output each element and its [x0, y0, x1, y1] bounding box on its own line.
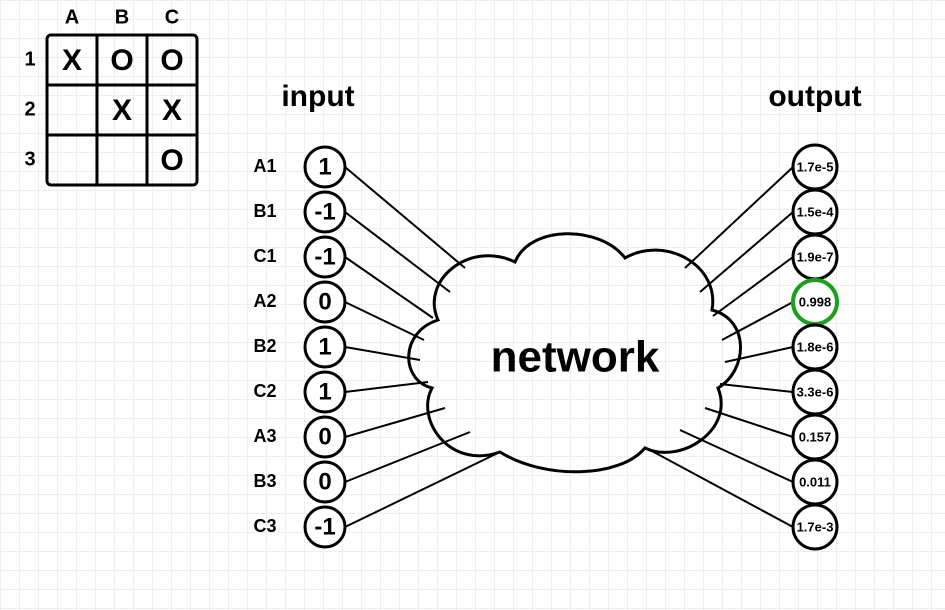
cell-B2: X	[112, 94, 132, 127]
input-value: 0	[318, 423, 331, 450]
col-header-C: C	[165, 6, 179, 28]
output-value: 1.5e-4	[797, 204, 835, 219]
row-header-3: 3	[24, 148, 35, 170]
input-value: 1	[318, 378, 331, 405]
input-value: 1	[318, 333, 331, 360]
input-label: C1	[253, 246, 276, 266]
cell-A1: X	[62, 44, 82, 77]
input-label: A2	[253, 291, 276, 311]
diagram-stage: A B C 1 2 3 X O O X X O input output	[0, 0, 945, 610]
input-label: B3	[253, 471, 276, 491]
input-label: B2	[253, 336, 276, 356]
network-label: network	[491, 333, 660, 382]
output-value: 1.7e-5	[797, 159, 834, 174]
input-label: A3	[253, 426, 276, 446]
output-heading: output	[768, 80, 861, 113]
output-value: 1.8e-6	[797, 339, 834, 354]
input-value: 0	[318, 468, 331, 495]
input-value: 1	[318, 153, 331, 180]
input-value: -1	[314, 198, 335, 225]
output-value: 0.157	[799, 429, 832, 444]
input-label: C2	[253, 381, 276, 401]
cell-C2: X	[162, 94, 182, 127]
output-value: 1.7e-3	[797, 519, 834, 534]
row-header-2: 2	[24, 98, 35, 120]
input-column: A1 1 B1 -1 C1 -1 A2 0 B2 1 C2 1 A3 0 B3 0 C3 -1	[253, 147, 345, 547]
input-label: C3	[253, 516, 276, 536]
col-header-A: A	[65, 6, 79, 28]
output-column: 1.7e-5 1.5e-4 1.9e-7 0.998 1.8e-6 3.3e-6 0.157…	[793, 145, 837, 549]
input-value: 0	[318, 288, 331, 315]
cell-C3: O	[160, 144, 183, 177]
output-value: 3.3e-6	[797, 384, 834, 399]
cell-C1: O	[160, 44, 183, 77]
output-value: 1.9e-7	[797, 249, 834, 264]
row-header-1: 1	[24, 48, 35, 70]
output-value: 0.998	[799, 294, 832, 309]
input-value: -1	[314, 243, 335, 270]
col-header-B: B	[115, 6, 129, 28]
input-label: B1	[253, 201, 276, 221]
input-heading: input	[281, 80, 354, 113]
cell-B1: O	[110, 44, 133, 77]
input-value: -1	[314, 513, 335, 540]
output-value: 0.011	[799, 474, 831, 489]
input-label: A1	[253, 156, 276, 176]
tictactoe-board: A B C 1 2 3 X O O X X O	[24, 6, 197, 185]
